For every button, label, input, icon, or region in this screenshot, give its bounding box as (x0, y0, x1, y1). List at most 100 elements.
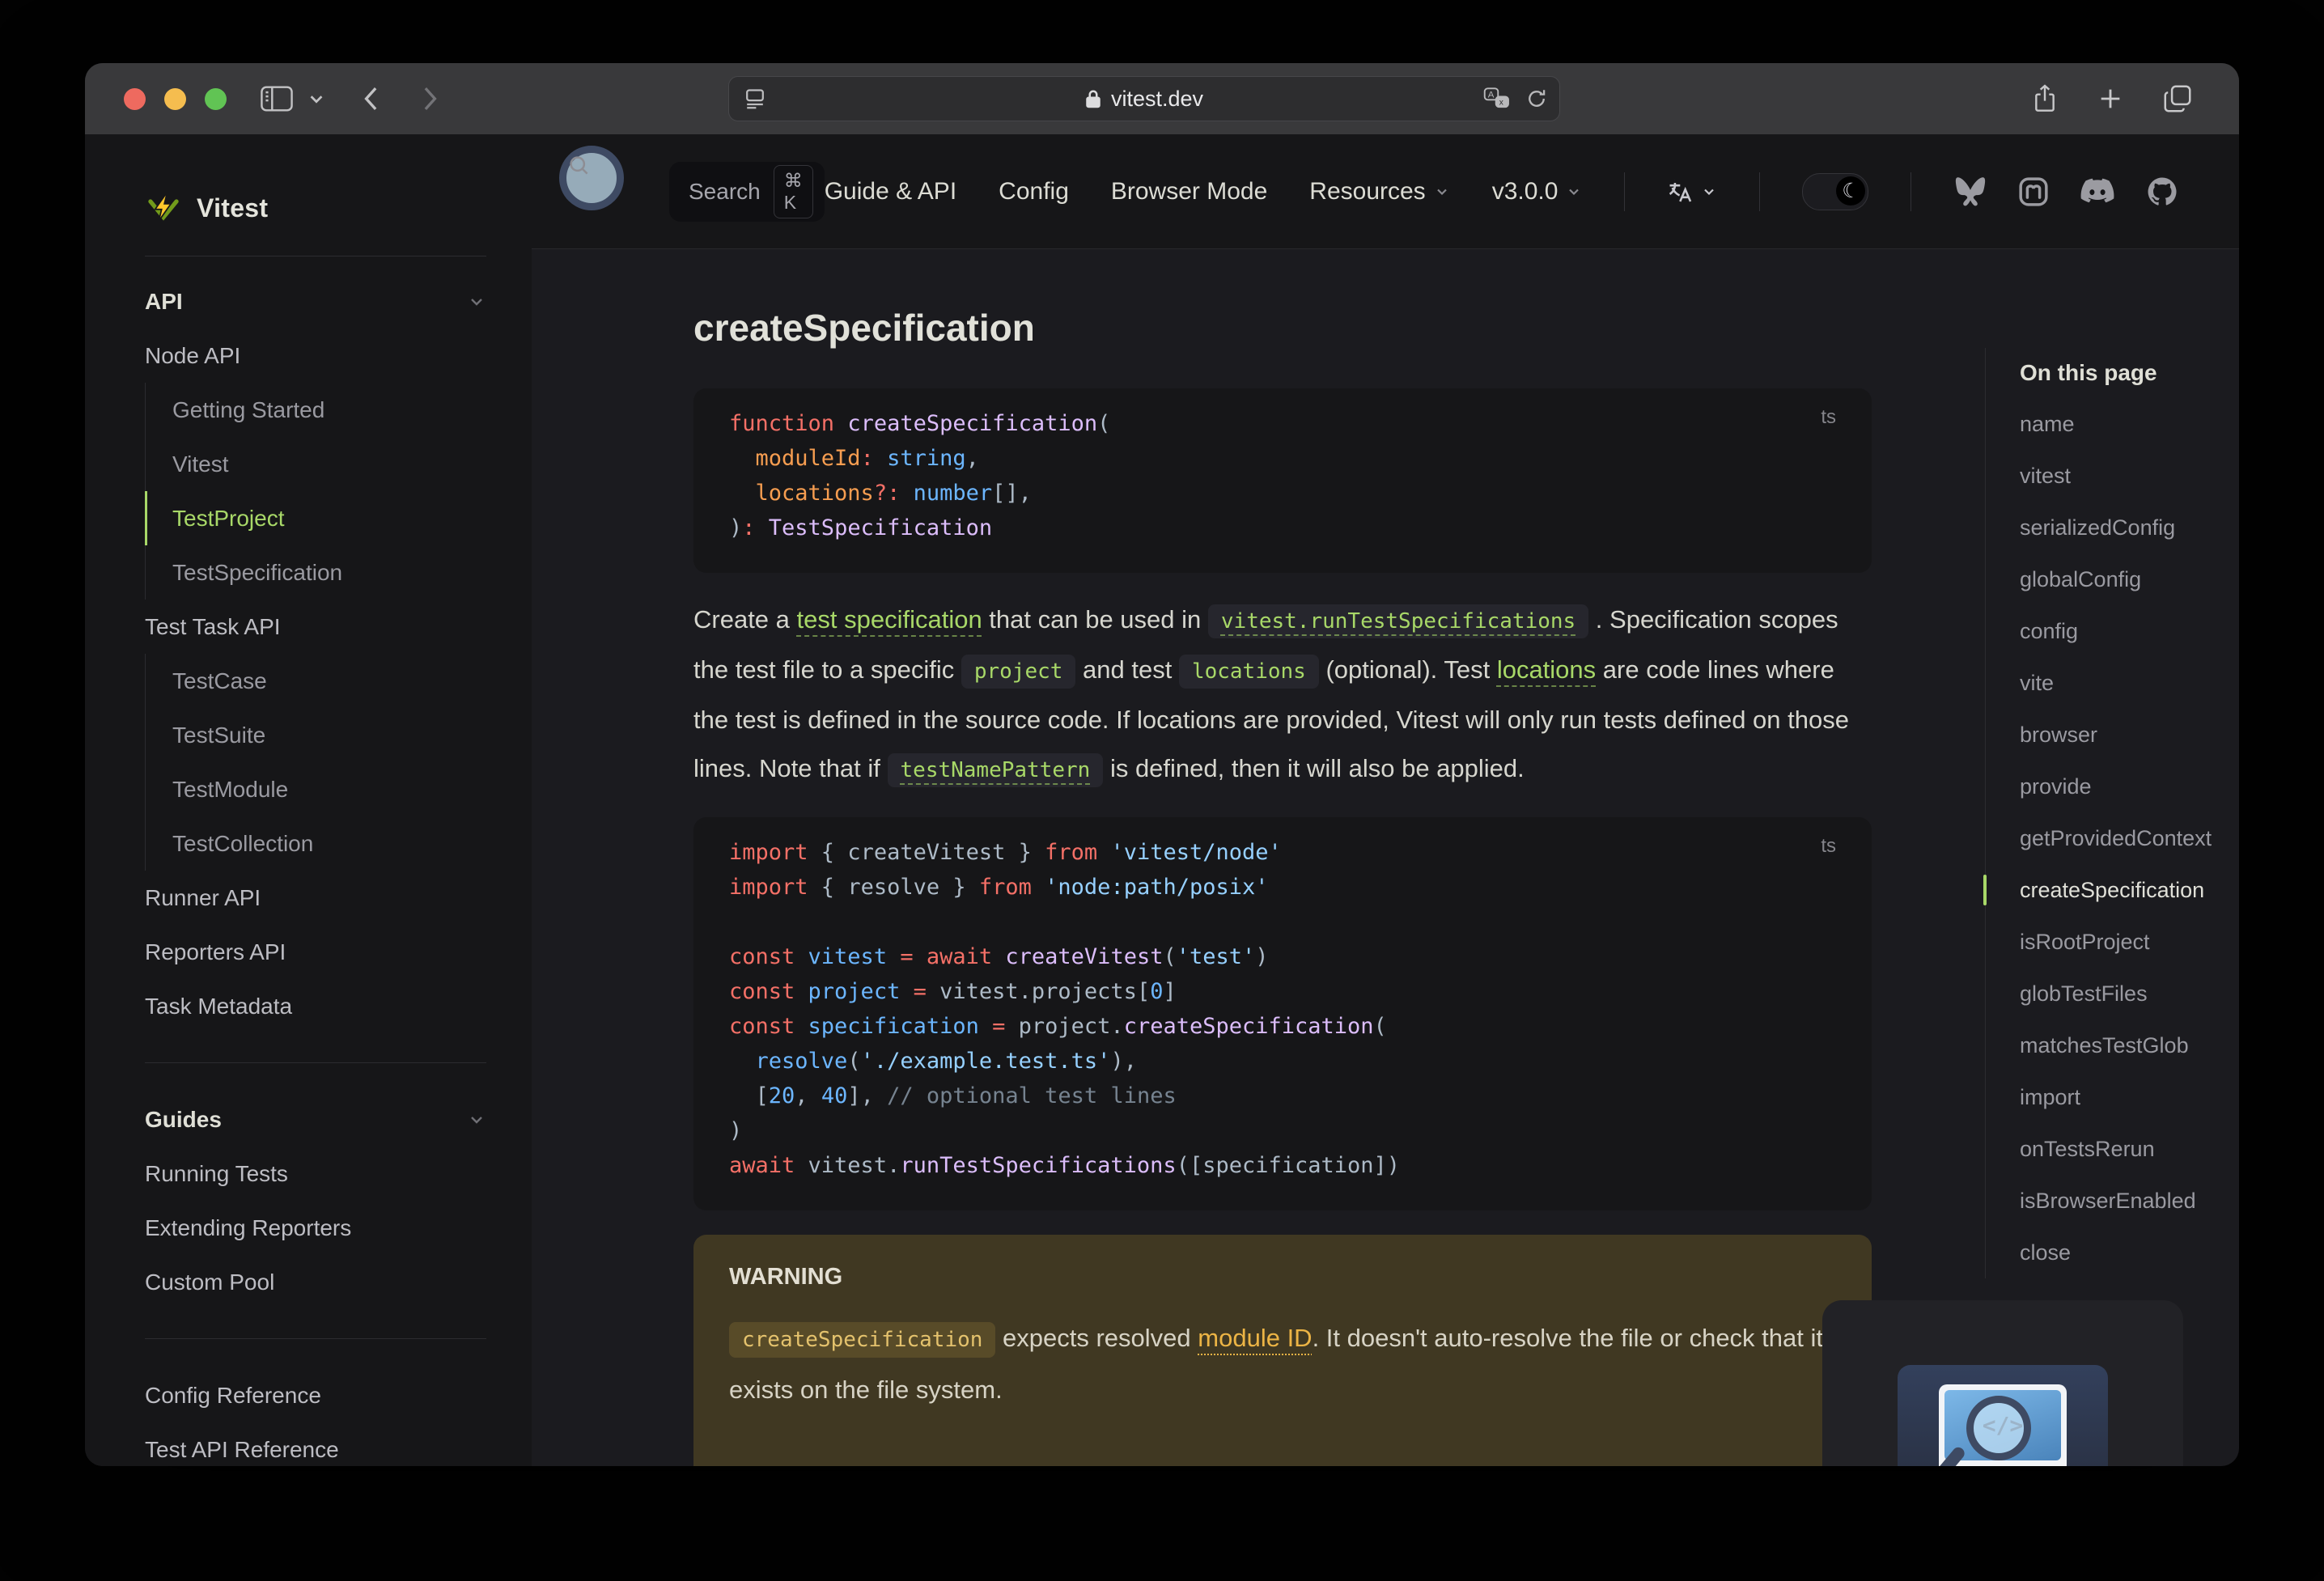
toc-item-vitest[interactable]: vitest (2020, 450, 2239, 502)
toc-item-isrootproject[interactable]: isRootProject (2020, 916, 2239, 968)
reload-icon[interactable] (1525, 87, 1548, 110)
sidebar-item-testcollection[interactable]: TestCollection (145, 816, 486, 871)
sidebar-item-testcase[interactable]: TestCase (145, 654, 486, 708)
toc-item-provide[interactable]: provide (2020, 761, 2239, 812)
sidebar-item-testsuite[interactable]: TestSuite (145, 708, 486, 762)
sidebar-item-task-metadata[interactable]: Task Metadata (145, 979, 486, 1033)
toc-item-globtestfiles[interactable]: globTestFiles (2020, 968, 2239, 1019)
back-button-icon[interactable] (359, 84, 384, 113)
nav-item-guide-api[interactable]: Guide & API (825, 178, 956, 206)
inline-code-createspecification: createSpecification (729, 1322, 996, 1358)
sidebar-item-test-task-api[interactable]: Test Task API (145, 600, 486, 654)
chevron-down-icon (1701, 184, 1717, 200)
toc-item-isbrowserenabled[interactable]: isBrowserEnabled (2020, 1175, 2239, 1227)
toc-item-vite[interactable]: vite (2020, 657, 2239, 709)
divider (145, 1338, 486, 1339)
traffic-lights (124, 87, 227, 110)
code-line: [20, 40], // optional test lines (729, 1083, 1177, 1108)
toc-item-close[interactable]: close (2020, 1227, 2239, 1278)
toc-item-browser[interactable]: browser (2020, 709, 2239, 761)
inline-code-link-testnamepattern[interactable]: testNamePattern (887, 753, 1104, 787)
code-line: ): TestSpecification (729, 515, 993, 540)
sidebar-item-testmodule[interactable]: TestModule (145, 762, 486, 816)
theme-toggle[interactable]: ☾ (1802, 172, 1869, 210)
search-label: Search (689, 178, 761, 204)
sidebar-item-testspecification[interactable]: TestSpecification (145, 545, 486, 600)
browser-titlebar: vitest.dev Ax (85, 63, 2239, 134)
sidebar-chevron-icon[interactable] (307, 90, 325, 108)
translate-language-icon (1667, 178, 1694, 206)
search-button[interactable]: Search ⌘ K (559, 146, 825, 222)
sidebar: Vitest API Node API Getting Started Vitest T… (85, 134, 532, 1466)
sidebar-item-getting-started[interactable]: Getting Started (145, 383, 486, 437)
inline-link-locations[interactable]: locations (1497, 655, 1596, 684)
moon-icon: ☾ (1836, 176, 1866, 206)
nav-item-config[interactable]: Config (999, 178, 1069, 206)
nav-item-browser-mode[interactable]: Browser Mode (1111, 178, 1267, 206)
tab-overview-icon[interactable] (2163, 84, 2192, 113)
bluesky-icon[interactable] (1953, 176, 1987, 207)
toc-item-serializedconfig[interactable]: serializedConfig (2020, 502, 2239, 553)
code-lang-badge: ts (1821, 835, 1836, 857)
github-icon[interactable] (2146, 176, 2178, 208)
inline-code-link-vitest-runtestspecifications[interactable]: vitest.runTestSpecifications (1207, 604, 1589, 638)
toc-item-createspecification[interactable]: createSpecification (1983, 864, 2239, 916)
inline-link-module-id[interactable]: module ID (1198, 1324, 1312, 1352)
warning-text: createSpecification expects resolved mod… (729, 1322, 1823, 1404)
nav-item-resources[interactable]: Resources (1309, 178, 1449, 206)
sidebar-item-reporters-api[interactable]: Reporters API (145, 925, 486, 979)
sidebar-nav: API Node API Getting Started Vitest TestProj… (145, 274, 486, 1466)
sidebar-item-extending-reporters[interactable]: Extending Reporters (145, 1201, 486, 1255)
nav-item-v3-0-0[interactable]: v3.0.0 (1492, 178, 1583, 206)
sidebar-item-custom-pool[interactable]: Custom Pool (145, 1255, 486, 1309)
sidebar-item-test-api-reference[interactable]: Test API Reference (145, 1422, 486, 1466)
address-bar[interactable]: vitest.dev Ax (728, 76, 1560, 121)
inline-code-locations: locations (1178, 655, 1319, 689)
svg-text:A: A (1488, 91, 1495, 100)
divider (1624, 172, 1626, 211)
sidebar-item-vitest[interactable]: Vitest (145, 437, 486, 491)
sidebar-item-testproject[interactable]: TestProject (145, 491, 486, 545)
discord-icon[interactable] (2080, 177, 2115, 206)
divider (1759, 172, 1761, 211)
toc-item-matchestestglob[interactable]: matchesTestGlob (2020, 1019, 2239, 1071)
zoom-window-button[interactable] (205, 87, 227, 110)
code-block-example: ts import { createVitest } from 'vitest/… (693, 817, 1872, 1210)
inline-link-test-specification[interactable]: test specification (797, 605, 982, 634)
new-tab-icon[interactable] (2097, 85, 2124, 112)
sidebar-item-node-api[interactable]: Node API (145, 328, 486, 383)
code-line: await vitest.runTestSpecifications([spec… (729, 1153, 1401, 1178)
inline-code-project: project (961, 655, 1076, 689)
toc-item-globalconfig[interactable]: globalConfig (2020, 553, 2239, 605)
search-shortcut: ⌘ K (773, 164, 813, 218)
sidebar-item-runner-api[interactable]: Runner API (145, 871, 486, 925)
sidebar-item-guides[interactable]: Guides (145, 1092, 486, 1147)
sponsor-card[interactable]: </> (1822, 1300, 2183, 1466)
sidebar-item-api[interactable]: API (145, 274, 486, 328)
toc-item-ontestsrerun[interactable]: onTestsRerun (2020, 1123, 2239, 1175)
minimize-window-button[interactable] (164, 87, 186, 110)
code-line: function createSpecification( (729, 411, 1111, 436)
logo[interactable]: Vitest (145, 134, 486, 231)
mastodon-icon[interactable] (2018, 176, 2049, 207)
code-line: locations?: number[], (729, 481, 1032, 506)
toc-item-config[interactable]: config (2020, 605, 2239, 657)
close-window-button[interactable] (124, 87, 146, 110)
sidebar-item-running-tests[interactable]: Running Tests (145, 1147, 486, 1201)
toc-item-name[interactable]: name (2020, 398, 2239, 450)
language-menu[interactable] (1667, 178, 1717, 206)
code-line: const project = vitest.projects[0] (729, 979, 1177, 1004)
toc-item-getprovidedcontext[interactable]: getProvidedContext (2020, 812, 2239, 864)
toc-item-import[interactable]: import (2020, 1071, 2239, 1123)
share-icon[interactable] (2032, 83, 2058, 115)
translate-icon[interactable]: Ax (1483, 87, 1511, 110)
code-line: ) (729, 1118, 743, 1143)
divider (145, 1062, 486, 1063)
code-line: import { resolve } from 'node:path/posix… (729, 875, 1269, 900)
sidebar-toggle-icon[interactable] (261, 86, 293, 112)
forward-button-icon[interactable] (418, 84, 442, 113)
sidebar-item-config-reference[interactable]: Config Reference (145, 1368, 486, 1422)
code-line: const vitest = await createVitest('test'… (729, 944, 1269, 969)
chevron-down-icon (1434, 184, 1450, 200)
chevron-down-icon (467, 292, 486, 312)
